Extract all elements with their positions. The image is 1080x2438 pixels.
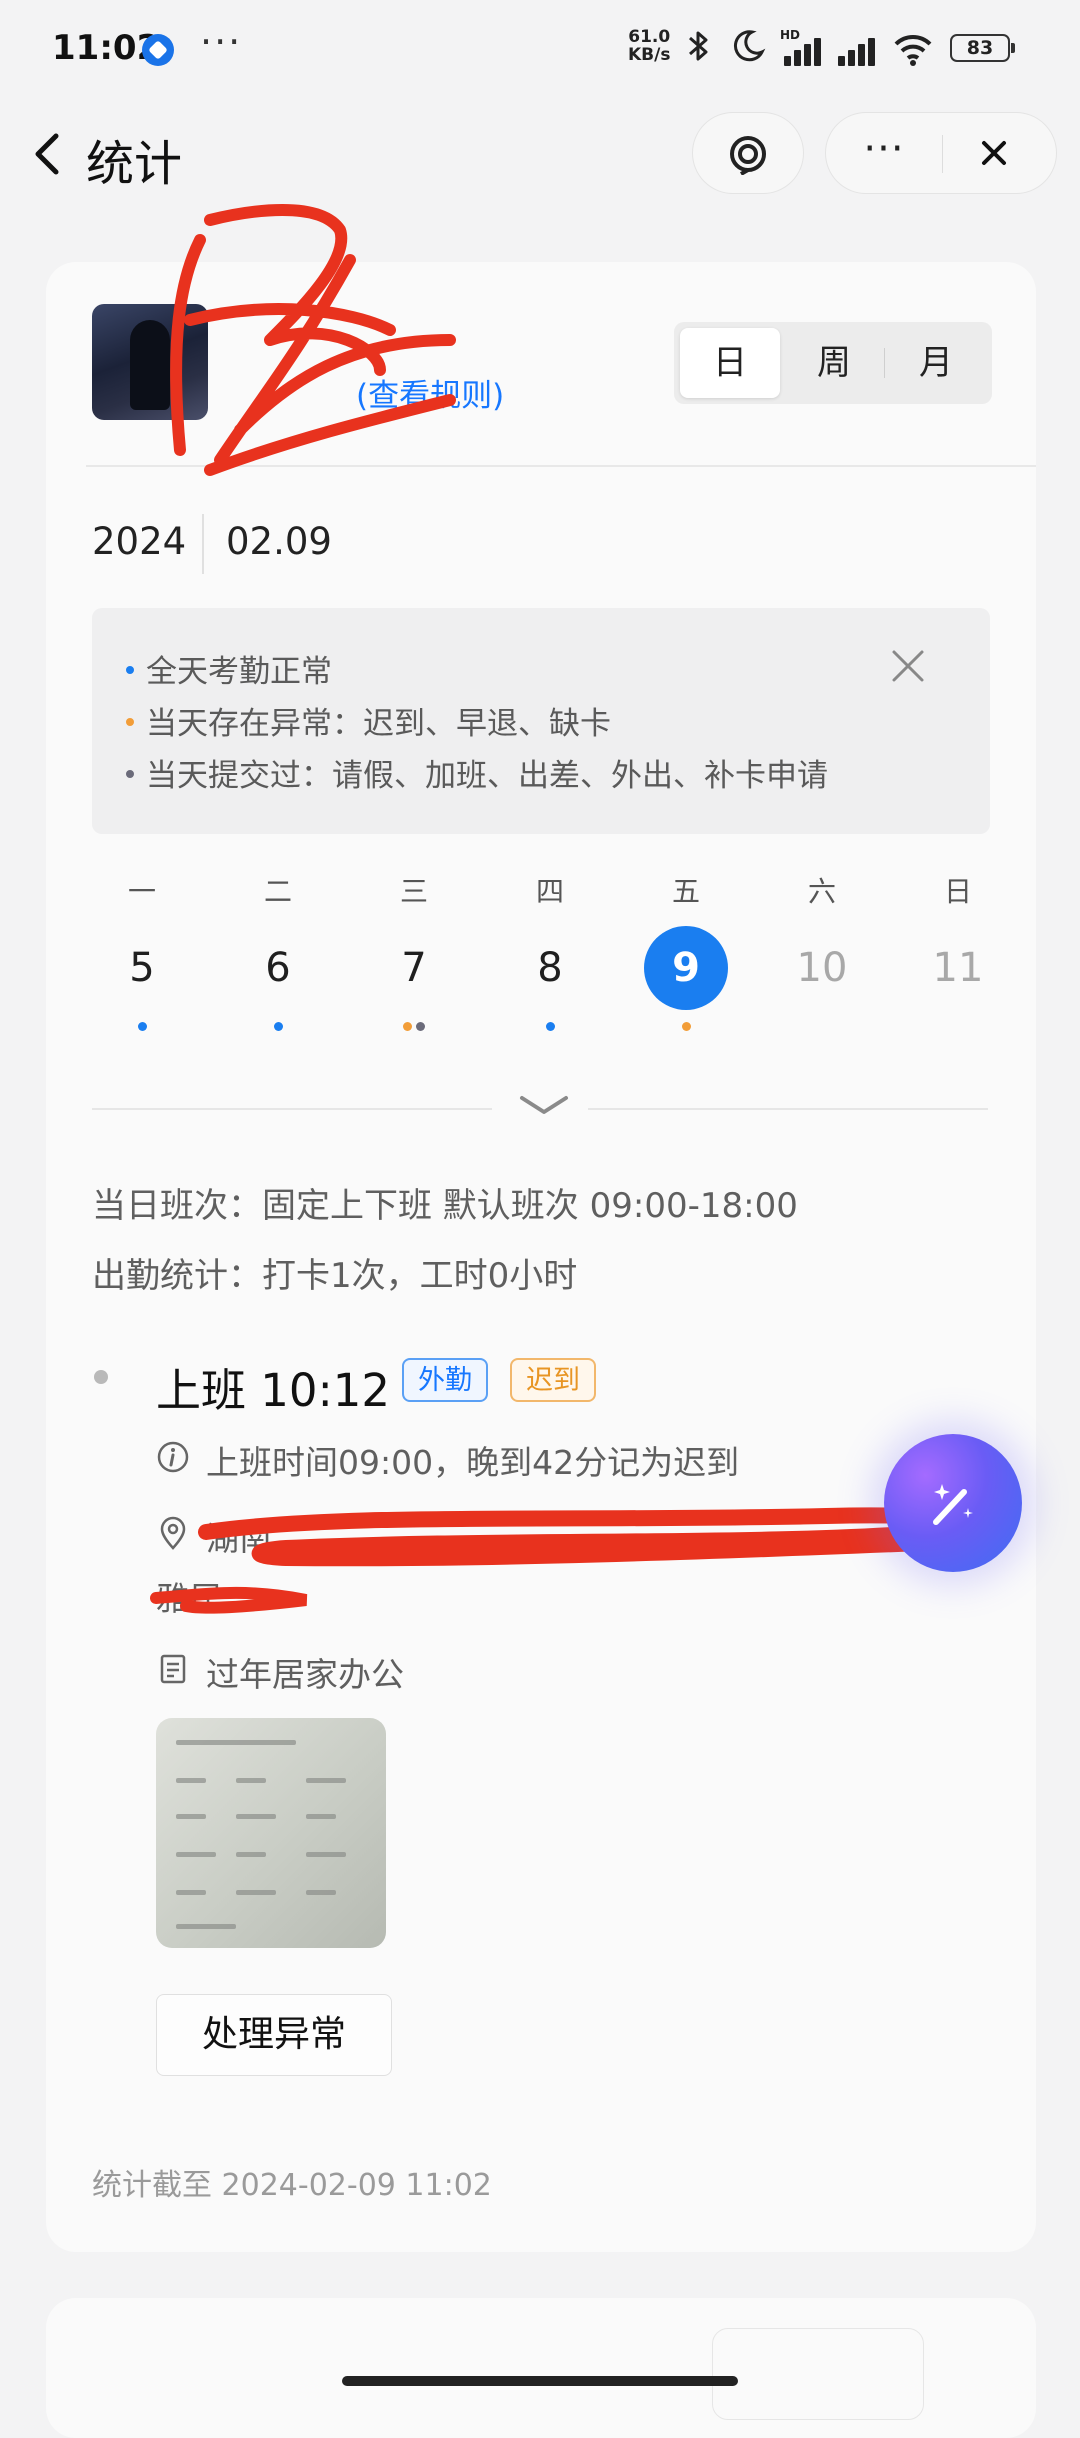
home-indicator[interactable]	[342, 2376, 738, 2386]
capsule-divider	[942, 135, 943, 173]
day-number: 9	[644, 926, 728, 1010]
ai-assistant-icon	[730, 136, 766, 175]
bluetooth-icon	[684, 28, 714, 73]
date-divider	[202, 514, 204, 574]
status-dots	[908, 1016, 1008, 1032]
close-button[interactable]	[962, 121, 1026, 185]
more-notifications-icon: ···	[200, 20, 243, 64]
punch-title: 上班 10:12	[156, 1364, 390, 1417]
day-10[interactable]: 六 10	[772, 872, 872, 1032]
late-tag: 迟到	[510, 1358, 596, 1402]
page-title: 统计	[86, 136, 183, 192]
week-strip: 一 5 二 6 三 7 四 8 五 9 六 10 日 11	[92, 872, 1000, 1031]
weekday-label: 一	[127, 875, 156, 908]
tab-day[interactable]: 日	[680, 328, 780, 398]
status-bar: 11:02 ··· 61.0 KB/s HD 83	[0, 0, 1080, 100]
status-dots	[636, 1016, 736, 1032]
day-number: 6	[265, 945, 291, 991]
day-number: 11	[932, 945, 984, 991]
attendance-summary: 出勤统计：打卡1次，工时0小时	[92, 1256, 578, 1296]
status-dot	[273, 1022, 283, 1031]
day-5[interactable]: 一5	[92, 872, 192, 1032]
weekday-label: 三	[399, 875, 428, 908]
divider	[92, 1108, 492, 1110]
close-icon	[892, 650, 924, 682]
expand-calendar-button[interactable]	[516, 1090, 572, 1120]
ai-floating-button[interactable]	[884, 1434, 1022, 1572]
legend-dot	[126, 769, 134, 778]
status-dot	[416, 1022, 425, 1031]
ai-assistant-button[interactable]	[692, 112, 804, 194]
moon-icon	[730, 28, 766, 73]
day-number: 8	[537, 945, 563, 991]
status-dots	[228, 1016, 328, 1032]
day-number: 7	[401, 945, 427, 991]
legend-dot	[126, 717, 134, 726]
legend-item-normal: 全天考勤正常	[126, 646, 332, 691]
weekday-label: 五	[671, 875, 700, 908]
day-number: 5	[129, 945, 155, 991]
status-dot	[403, 1022, 412, 1031]
legend-panel: 全天考勤正常 当天存在异常：迟到、早退、缺卡 当天提交过：请假、加班、出差、外出…	[92, 608, 990, 834]
next-card	[46, 2298, 1036, 2438]
memo-icon	[156, 1652, 190, 1686]
chevron-left-icon	[35, 133, 59, 175]
late-note: 上班时间09:00，晚到42分记为迟到	[206, 1443, 740, 1482]
day-11[interactable]: 日 11	[908, 872, 1008, 1032]
signal-icon	[838, 34, 882, 66]
attendance-card: (查看规则) 日 周 月 2024 02.09 全天考勤正常 当天存在异常：迟到…	[46, 262, 1036, 2252]
day-7[interactable]: 三7	[364, 872, 464, 1032]
app-notification-icon	[142, 34, 174, 66]
legend-item-abnormal: 当天存在异常：迟到、早退、缺卡	[126, 698, 611, 743]
status-dot	[681, 1022, 691, 1031]
redaction-scribble	[170, 204, 456, 476]
magic-wand-icon	[933, 1484, 973, 1525]
status-dots	[364, 1016, 464, 1032]
date-label[interactable]: 02.09	[226, 520, 332, 563]
next-card-control	[712, 2328, 924, 2420]
signal-hd-icon: HD	[780, 28, 824, 66]
battery-icon: 83	[950, 34, 1015, 62]
view-toggle: 日 周 月	[674, 322, 992, 404]
punch-memo: 过年居家办公	[206, 1655, 404, 1694]
status-dot	[137, 1022, 147, 1031]
tab-week[interactable]: 周	[784, 328, 884, 398]
day-6[interactable]: 二6	[228, 872, 328, 1032]
day-number: 10	[796, 945, 848, 991]
chevron-down-icon	[520, 1096, 568, 1114]
back-button[interactable]	[20, 124, 80, 184]
weekday-label: 六	[807, 875, 836, 908]
outside-tag: 外勤	[402, 1358, 488, 1402]
weekday-label: 日	[943, 875, 972, 908]
status-dot	[545, 1022, 555, 1031]
status-dots	[500, 1016, 600, 1032]
divider	[588, 1108, 988, 1110]
stats-timestamp: 统计截至 2024-02-09 11:02	[92, 2168, 492, 2203]
timeline-dot	[94, 1370, 108, 1384]
status-dots	[92, 1016, 192, 1032]
weekday-label: 四	[535, 875, 564, 908]
attachment-photo[interactable]	[156, 1718, 386, 1948]
legend-item-submitted: 当天提交过：请假、加班、出差、外出、补卡申请	[126, 750, 828, 795]
info-icon	[156, 1440, 190, 1474]
network-speed: 61.0 KB/s	[628, 27, 671, 65]
day-8[interactable]: 四8	[500, 872, 600, 1032]
legend-dot	[126, 665, 134, 674]
day-9[interactable]: 五9	[636, 872, 736, 1032]
status-dots	[772, 1016, 872, 1032]
shift-schedule: 当日班次：固定上下班 默认班次 09:00-18:00	[92, 1186, 798, 1226]
toggle-divider	[884, 348, 885, 378]
close-icon	[982, 141, 1006, 165]
wifi-icon	[893, 32, 933, 66]
capsule-menu: ···	[825, 112, 1057, 194]
handle-exception-button[interactable]: 处理异常	[156, 1994, 392, 2076]
more-button[interactable]: ···	[852, 119, 916, 189]
tab-month[interactable]: 月	[886, 328, 986, 398]
weekday-label: 二	[263, 875, 292, 908]
redaction-scribble	[150, 1507, 954, 1614]
year-label[interactable]: 2024	[92, 520, 186, 563]
legend-close-button[interactable]	[888, 646, 928, 686]
